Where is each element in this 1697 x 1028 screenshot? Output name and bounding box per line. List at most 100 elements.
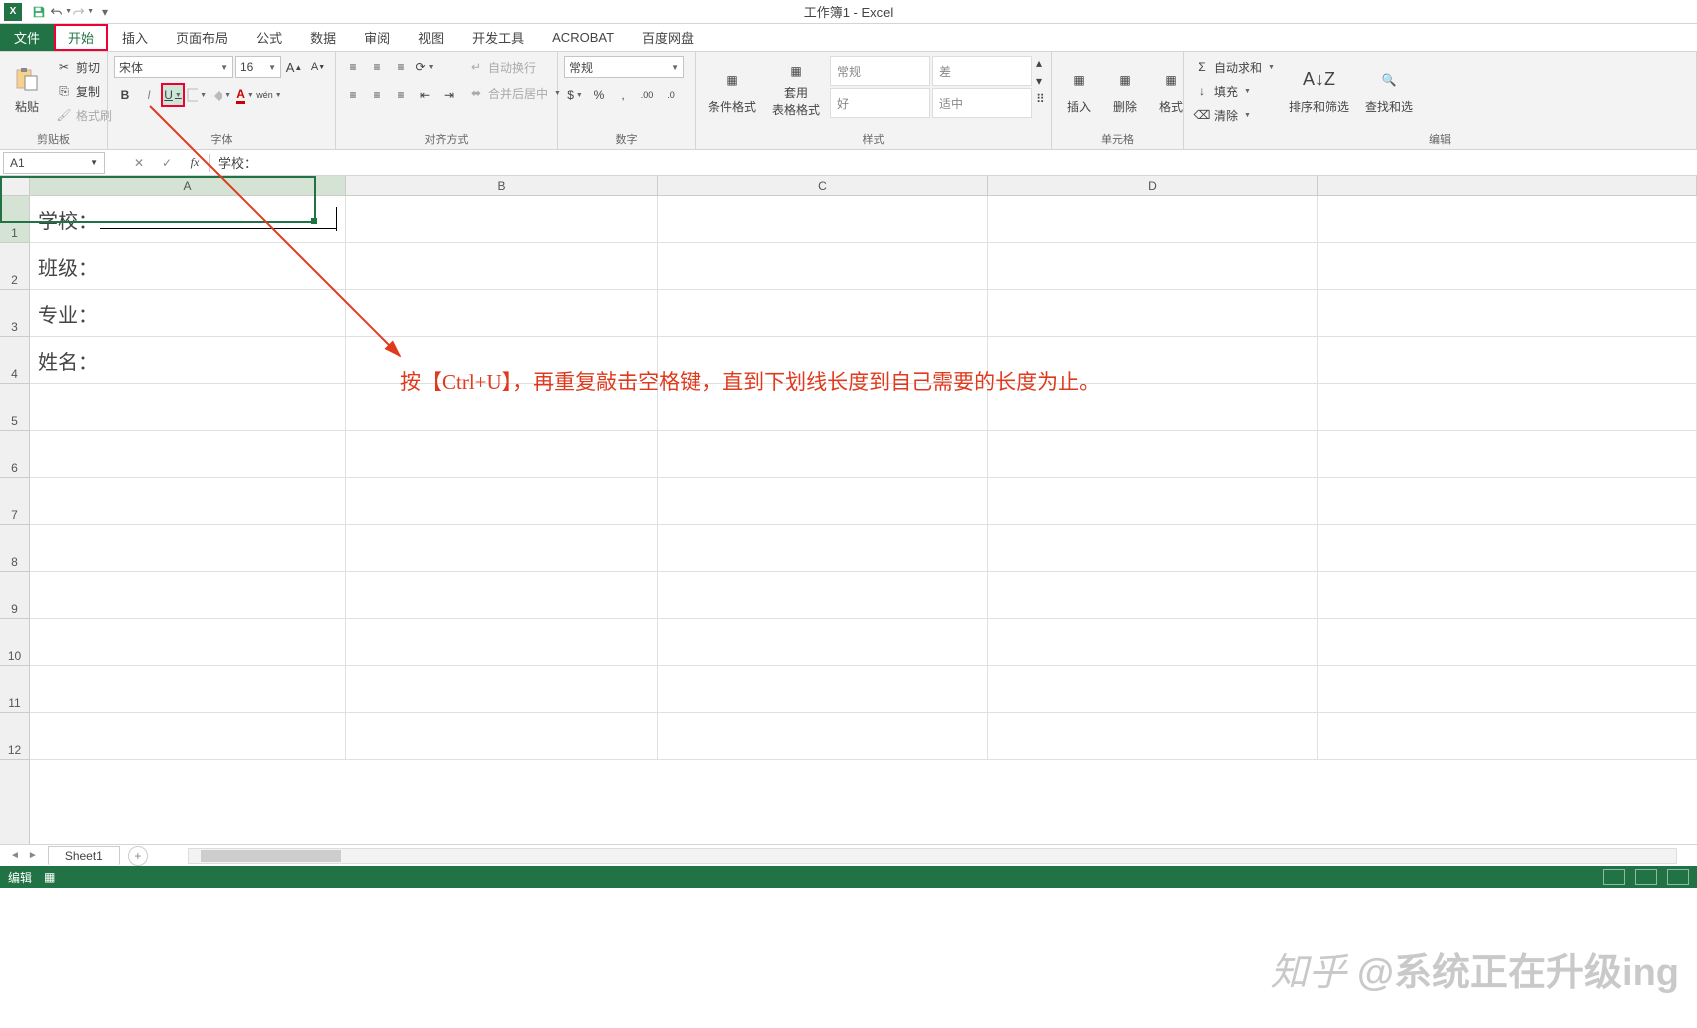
- fill-button[interactable]: ↓填充▼: [1190, 80, 1279, 102]
- tab-baidu[interactable]: 百度网盘: [628, 24, 708, 51]
- italic-button[interactable]: I: [138, 84, 160, 106]
- tab-layout[interactable]: 页面布局: [162, 24, 242, 51]
- cell-A1[interactable]: 学校：: [30, 196, 346, 242]
- row-header-5[interactable]: 5: [0, 384, 29, 431]
- cell-B7[interactable]: [346, 478, 658, 524]
- increase-decimal-icon[interactable]: .00: [636, 84, 658, 106]
- underline-button[interactable]: U▼: [162, 84, 184, 106]
- row-header-3[interactable]: 3: [0, 290, 29, 337]
- format-as-table-button[interactable]: ▦套用 表格格式: [766, 56, 826, 122]
- style-normal[interactable]: 常规: [830, 56, 930, 86]
- autosum-button[interactable]: Σ自动求和▼: [1190, 56, 1279, 78]
- cell-D2[interactable]: [988, 243, 1318, 289]
- conditional-format-button[interactable]: ▦条件格式: [702, 56, 762, 122]
- cell-D6[interactable]: [988, 431, 1318, 477]
- tab-data[interactable]: 数据: [296, 24, 350, 51]
- copy-button[interactable]: ⎘复制: [52, 80, 116, 102]
- tab-acrobat[interactable]: ACROBAT: [538, 24, 628, 51]
- percent-icon[interactable]: %: [588, 84, 610, 106]
- cell-B9[interactable]: [346, 572, 658, 618]
- font-name-combo[interactable]: 宋体▼: [114, 56, 233, 78]
- cell-A5[interactable]: [30, 384, 346, 430]
- select-all-corner[interactable]: [0, 176, 30, 196]
- add-sheet-icon[interactable]: +: [128, 846, 148, 866]
- cell-A12[interactable]: [30, 713, 346, 759]
- tab-dev[interactable]: 开发工具: [458, 24, 538, 51]
- col-header-B[interactable]: B: [346, 176, 658, 195]
- cut-button[interactable]: ✂剪切: [52, 56, 116, 78]
- cell-A2[interactable]: 班级：: [30, 243, 346, 289]
- indent-decrease-icon[interactable]: ⇤: [414, 84, 436, 106]
- cell-A11[interactable]: [30, 666, 346, 712]
- number-format-combo[interactable]: 常规▼: [564, 56, 684, 78]
- col-header-A[interactable]: A: [30, 176, 346, 195]
- cell-D3[interactable]: [988, 290, 1318, 336]
- fill-color-button[interactable]: ▼: [210, 84, 232, 106]
- view-pagebreak-icon[interactable]: [1667, 869, 1689, 885]
- comma-icon[interactable]: ,: [612, 84, 634, 106]
- style-bad[interactable]: 差: [932, 56, 1032, 86]
- cell-C2[interactable]: [658, 243, 988, 289]
- cell-B12[interactable]: [346, 713, 658, 759]
- sheet-nav-prev-icon[interactable]: ◄: [10, 850, 20, 861]
- align-middle-icon[interactable]: ≡: [366, 56, 388, 78]
- border-button[interactable]: ▼: [186, 84, 208, 106]
- row-header-1[interactable]: 1: [0, 196, 29, 243]
- style-scroll-down-icon[interactable]: ▾: [1036, 74, 1045, 92]
- bold-button[interactable]: B: [114, 84, 136, 106]
- cell-B8[interactable]: [346, 525, 658, 571]
- macro-record-icon[interactable]: ▦: [44, 870, 55, 884]
- accounting-format-icon[interactable]: $▼: [564, 84, 586, 106]
- row-header-6[interactable]: 6: [0, 431, 29, 478]
- sheet-nav-next-icon[interactable]: ►: [28, 850, 38, 861]
- cell-C1[interactable]: [658, 196, 988, 242]
- cell-D12[interactable]: [988, 713, 1318, 759]
- name-box[interactable]: A1▼: [3, 152, 105, 174]
- cell-D11[interactable]: [988, 666, 1318, 712]
- find-select-button[interactable]: 🔍查找和选: [1359, 56, 1419, 122]
- cell-C6[interactable]: [658, 431, 988, 477]
- cell-D9[interactable]: [988, 572, 1318, 618]
- decrease-font-icon[interactable]: A▼: [307, 56, 329, 78]
- view-normal-icon[interactable]: [1603, 869, 1625, 885]
- merge-center-button[interactable]: ⬌合并后居中▼: [464, 82, 565, 104]
- tab-file[interactable]: 文件: [0, 24, 54, 51]
- style-neutral[interactable]: 适中: [932, 88, 1032, 118]
- cell-styles-gallery[interactable]: 常规 差 好 适中: [830, 56, 1032, 118]
- row-header-2[interactable]: 2: [0, 243, 29, 290]
- row-header-10[interactable]: 10: [0, 619, 29, 666]
- align-center-icon[interactable]: ≡: [366, 84, 388, 106]
- tab-view[interactable]: 视图: [404, 24, 458, 51]
- horizontal-scrollbar[interactable]: [188, 848, 1677, 864]
- wrap-text-button[interactable]: ↵自动换行: [464, 56, 565, 78]
- cell-C9[interactable]: [658, 572, 988, 618]
- cell-A6[interactable]: [30, 431, 346, 477]
- cell-B11[interactable]: [346, 666, 658, 712]
- paste-button[interactable]: 粘贴: [6, 56, 48, 122]
- cell-C7[interactable]: [658, 478, 988, 524]
- cell-A8[interactable]: [30, 525, 346, 571]
- align-bottom-icon[interactable]: ≡: [390, 56, 412, 78]
- increase-font-icon[interactable]: A▲: [283, 56, 305, 78]
- undo-icon[interactable]: ▼: [50, 1, 72, 23]
- cell-B6[interactable]: [346, 431, 658, 477]
- cell-B2[interactable]: [346, 243, 658, 289]
- tab-home[interactable]: 开始: [54, 24, 108, 51]
- col-header-D[interactable]: D: [988, 176, 1318, 195]
- cell-C8[interactable]: [658, 525, 988, 571]
- cell-A3[interactable]: 专业：: [30, 290, 346, 336]
- cell-C12[interactable]: [658, 713, 988, 759]
- tab-review[interactable]: 审阅: [350, 24, 404, 51]
- phonetic-button[interactable]: wén▼: [258, 84, 280, 106]
- cancel-icon[interactable]: ✕: [125, 156, 153, 170]
- cell-D7[interactable]: [988, 478, 1318, 524]
- row-header-8[interactable]: 8: [0, 525, 29, 572]
- style-scroll-up-icon[interactable]: ▴: [1036, 56, 1045, 74]
- qat-customize-icon[interactable]: ▾: [94, 1, 116, 23]
- align-right-icon[interactable]: ≡: [390, 84, 412, 106]
- scrollbar-thumb[interactable]: [201, 850, 341, 862]
- delete-cells-button[interactable]: ▦删除: [1104, 56, 1146, 122]
- style-good[interactable]: 好: [830, 88, 930, 118]
- row-header-4[interactable]: 4: [0, 337, 29, 384]
- cell-D1[interactable]: [988, 196, 1318, 242]
